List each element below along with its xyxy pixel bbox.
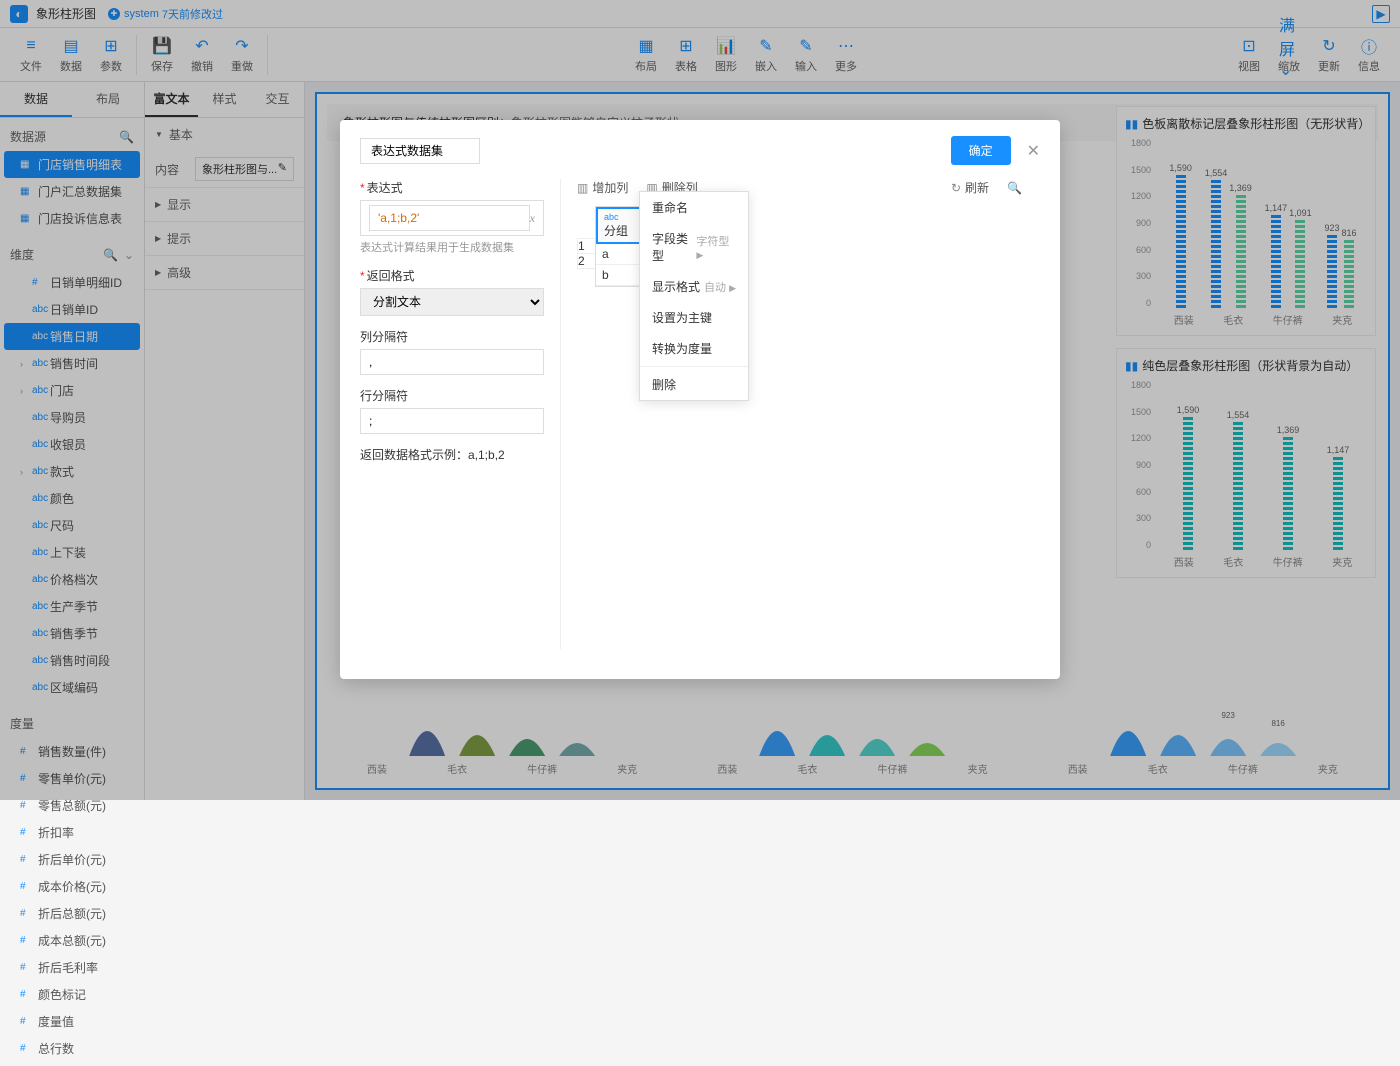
number-icon: # bbox=[20, 935, 34, 946]
measure-item[interactable]: #折后毛利率 bbox=[0, 954, 144, 981]
measure-item[interactable]: #度量值 bbox=[0, 1008, 144, 1035]
return-hint: 返回数据格式示例：a,1;b,2 bbox=[360, 446, 544, 463]
row-index: 2 bbox=[577, 254, 595, 269]
fx-icon[interactable]: x bbox=[530, 211, 535, 226]
search-button[interactable]: 🔍 bbox=[1007, 181, 1022, 195]
confirm-button[interactable]: 确定 bbox=[951, 136, 1011, 165]
col-sep-label: 列分隔符 bbox=[360, 328, 544, 345]
measure-item[interactable]: #折后单价(元) bbox=[0, 846, 144, 873]
measure-item[interactable]: #成本价格(元) bbox=[0, 873, 144, 900]
measure-item[interactable]: #成本总额(元) bbox=[0, 927, 144, 954]
expression-label: *表达式 bbox=[360, 179, 544, 196]
ctx-set-pk[interactable]: 设置为主键 bbox=[640, 302, 748, 333]
measure-item[interactable]: #折扣率 bbox=[0, 819, 144, 846]
ctx-to-measure[interactable]: 转换为度量 bbox=[640, 333, 748, 364]
number-icon: # bbox=[20, 827, 34, 838]
dataset-name-input[interactable] bbox=[360, 138, 480, 164]
return-format-label: *返回格式 bbox=[360, 267, 544, 284]
ctx-field-type[interactable]: 字段类型字符型 ▶ bbox=[640, 223, 748, 271]
number-icon: # bbox=[20, 800, 34, 811]
number-icon: # bbox=[20, 962, 34, 973]
number-icon: # bbox=[20, 989, 34, 1000]
row-sep-input[interactable] bbox=[360, 408, 544, 434]
column-context-menu: 重命名 字段类型字符型 ▶ 显示格式自动 ▶ 设置为主键 转换为度量 删除 bbox=[639, 191, 749, 401]
ctx-display-format[interactable]: 显示格式自动 ▶ bbox=[640, 271, 748, 302]
chevron-right-icon: ▶ bbox=[696, 250, 703, 260]
expression-hint: 表达式计算结果用于生成数据集 bbox=[360, 239, 544, 255]
refresh-button[interactable]: ↻刷新 bbox=[951, 179, 989, 196]
measure-item[interactable]: #折后总额(元) bbox=[0, 900, 144, 927]
ctx-rename[interactable]: 重命名 bbox=[640, 192, 748, 223]
expression-input[interactable] bbox=[369, 205, 530, 231]
refresh-icon: ↻ bbox=[951, 181, 961, 195]
col-sep-input[interactable] bbox=[360, 349, 544, 375]
measure-item[interactable]: #总行数 bbox=[0, 1035, 144, 1062]
close-icon[interactable]: ✕ bbox=[1027, 141, 1040, 161]
number-icon: # bbox=[20, 908, 34, 919]
measure-item[interactable]: #颜色标记 bbox=[0, 981, 144, 1008]
number-icon: # bbox=[20, 1043, 34, 1054]
number-icon: # bbox=[20, 854, 34, 865]
add-column-icon: ▥ bbox=[577, 181, 588, 195]
expression-dataset-modal: 确定 ✕ *表达式 x 表达式计算结果用于生成数据集 *返回格式 分割文本 bbox=[340, 120, 1060, 679]
modal-overlay: 确定 ✕ *表达式 x 表达式计算结果用于生成数据集 *返回格式 分割文本 bbox=[0, 0, 1400, 800]
ctx-delete[interactable]: 删除 bbox=[640, 369, 748, 400]
add-column-button[interactable]: ▥增加列 bbox=[577, 179, 628, 196]
number-icon: # bbox=[20, 881, 34, 892]
chevron-right-icon: ▶ bbox=[729, 283, 736, 293]
return-format-select[interactable]: 分割文本 bbox=[360, 288, 544, 316]
row-index: 1 bbox=[577, 238, 595, 254]
row-sep-label: 行分隔符 bbox=[360, 387, 544, 404]
number-icon: # bbox=[20, 1016, 34, 1027]
search-icon: 🔍 bbox=[1007, 181, 1022, 195]
